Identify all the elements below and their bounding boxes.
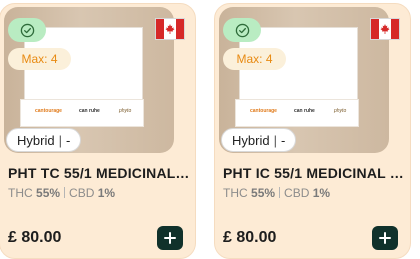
cbd-value: 1%	[312, 186, 331, 200]
strain-extra-label: -	[280, 132, 286, 148]
strain-type-pill: Hybrid | -	[221, 128, 297, 152]
product-price: £ 80.00	[8, 229, 62, 246]
brand-logo-cantourage: cantourage	[250, 108, 277, 114]
plus-icon	[164, 232, 176, 244]
max-quantity-badge: Max: 4	[223, 48, 286, 70]
thc-value: 55%	[251, 186, 276, 200]
potency-divider	[279, 187, 281, 198]
potency-divider	[64, 187, 66, 198]
brand-logo-phyto: phyto	[334, 108, 347, 114]
verified-badge	[8, 18, 46, 42]
pouch-label: cantourage can ruhe phyto	[20, 99, 144, 127]
strain-type-pill: Hybrid | -	[6, 128, 82, 152]
check-circle-icon	[235, 23, 249, 37]
canada-flag-icon	[370, 18, 400, 40]
thc-label: THC	[8, 186, 33, 200]
thc-value: 55%	[36, 186, 61, 200]
brand-logo-can-ruhe: can ruhe	[294, 108, 315, 114]
product-price: £ 80.00	[223, 229, 277, 246]
cbd-label: CBD	[284, 186, 310, 200]
verified-badge	[223, 18, 261, 42]
add-to-cart-button[interactable]	[372, 226, 398, 250]
product-title[interactable]: PHT TC 55/1 MEDICINAL CANNABIS FLOWER	[8, 165, 193, 181]
product-card[interactable]: cantourage can ruhe phyto Max: 4 Hybrid …	[0, 3, 196, 259]
thc-label: THC	[223, 186, 248, 200]
add-to-cart-button[interactable]	[157, 226, 183, 250]
brand-logo-phyto: phyto	[119, 108, 132, 114]
strain-type-label: Hybrid	[232, 132, 270, 148]
max-quantity-badge: Max: 4	[8, 48, 71, 70]
potency-info: THC 55% CBD 1%	[8, 186, 115, 200]
product-card[interactable]: cantourage can ruhe phyto Max: 4 Hybrid …	[214, 3, 411, 259]
canada-flag-icon	[155, 18, 185, 40]
brand-logo-cantourage: cantourage	[35, 108, 62, 114]
strain-extra-label: -	[65, 132, 71, 148]
strain-type-label: Hybrid	[17, 132, 55, 148]
pouch-label: cantourage can ruhe phyto	[235, 99, 359, 127]
potency-info: THC 55% CBD 1%	[223, 186, 330, 200]
brand-logo-can-ruhe: can ruhe	[79, 108, 100, 114]
cbd-label: CBD	[69, 186, 95, 200]
plus-icon	[379, 232, 391, 244]
product-title[interactable]: PHT IC 55/1 MEDICINAL CANNABIS FLOWER	[223, 165, 408, 181]
strain-separator: |	[273, 132, 277, 148]
check-circle-icon	[20, 23, 34, 37]
cbd-value: 1%	[97, 186, 116, 200]
strain-separator: |	[58, 132, 62, 148]
